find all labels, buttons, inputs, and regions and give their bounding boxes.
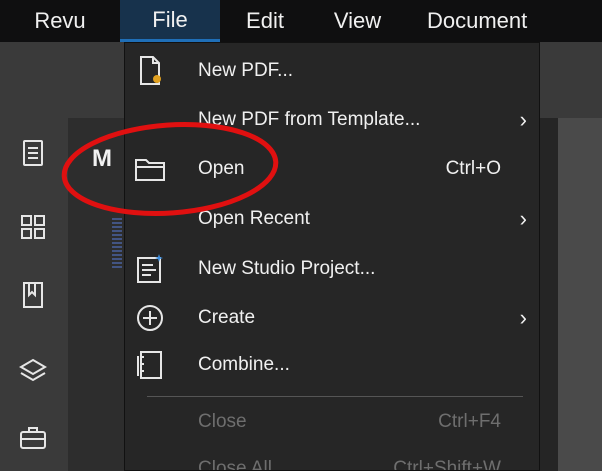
submenu-chevron-icon: › xyxy=(519,107,527,132)
layers-icon[interactable] xyxy=(18,356,48,386)
menu-separator xyxy=(147,396,523,397)
menu-item-shortcut: Ctrl+F4 xyxy=(438,411,501,432)
thumbnails-icon[interactable] xyxy=(18,212,48,242)
menu-item-label: New PDF... xyxy=(198,60,294,81)
menu-edit[interactable]: Edit xyxy=(220,0,310,42)
submenu-chevron-icon: › xyxy=(519,206,527,231)
menu-view[interactable]: View xyxy=(310,0,405,42)
combine-icon xyxy=(133,348,167,382)
menu-bar: Revu File Edit View Document xyxy=(0,0,602,42)
menu-item-open[interactable]: Open Ctrl+O xyxy=(125,145,539,193)
menu-file[interactable]: File xyxy=(120,0,220,42)
menu-item-shortcut: Ctrl+Shift+W xyxy=(393,458,501,471)
menu-item-combine[interactable]: Combine... xyxy=(125,341,539,389)
menu-document[interactable]: Document xyxy=(405,0,602,42)
toolbox-icon[interactable] xyxy=(18,422,48,452)
panel-title: M xyxy=(92,145,112,172)
menu-item-label: Close xyxy=(198,411,247,432)
plus-circle-icon xyxy=(133,301,167,335)
menu-item-label: Close All xyxy=(198,458,272,471)
panel-decoration xyxy=(112,218,122,268)
menu-item-label: Open Recent xyxy=(198,208,310,229)
left-rail xyxy=(0,118,69,471)
menu-item-label: Open xyxy=(198,158,245,179)
studio-project-icon xyxy=(133,252,167,286)
new-pdf-icon xyxy=(133,54,167,88)
menu-item-close-all: Close All Ctrl+Shift+W xyxy=(125,445,539,471)
menu-item-label: New Studio Project... xyxy=(198,258,376,279)
menu-item-shortcut: Ctrl+O xyxy=(445,158,501,179)
menu-item-label: New PDF from Template... xyxy=(198,109,421,130)
menu-item-new-pdf-from-template[interactable]: New PDF from Template... › xyxy=(125,96,539,144)
menu-item-label: Combine... xyxy=(198,354,290,375)
submenu-chevron-icon: › xyxy=(519,305,527,330)
menu-item-label: Create xyxy=(198,307,256,328)
menu-item-new-studio-project[interactable]: New Studio Project... xyxy=(125,245,539,293)
document-area xyxy=(558,118,602,471)
folder-icon xyxy=(133,152,167,186)
file-menu-dropdown: New PDF... New PDF from Template... › Op… xyxy=(124,42,540,471)
right-strip xyxy=(540,118,558,471)
bookmark-icon[interactable] xyxy=(18,280,48,310)
menu-item-new-pdf[interactable]: New PDF... xyxy=(125,47,539,95)
menu-revu[interactable]: Revu xyxy=(0,0,120,42)
menu-item-open-recent[interactable]: Open Recent › xyxy=(125,195,539,243)
menu-item-create[interactable]: Create › xyxy=(125,294,539,342)
menu-item-close: Close Ctrl+F4 xyxy=(125,398,539,446)
document-icon[interactable] xyxy=(18,138,48,168)
